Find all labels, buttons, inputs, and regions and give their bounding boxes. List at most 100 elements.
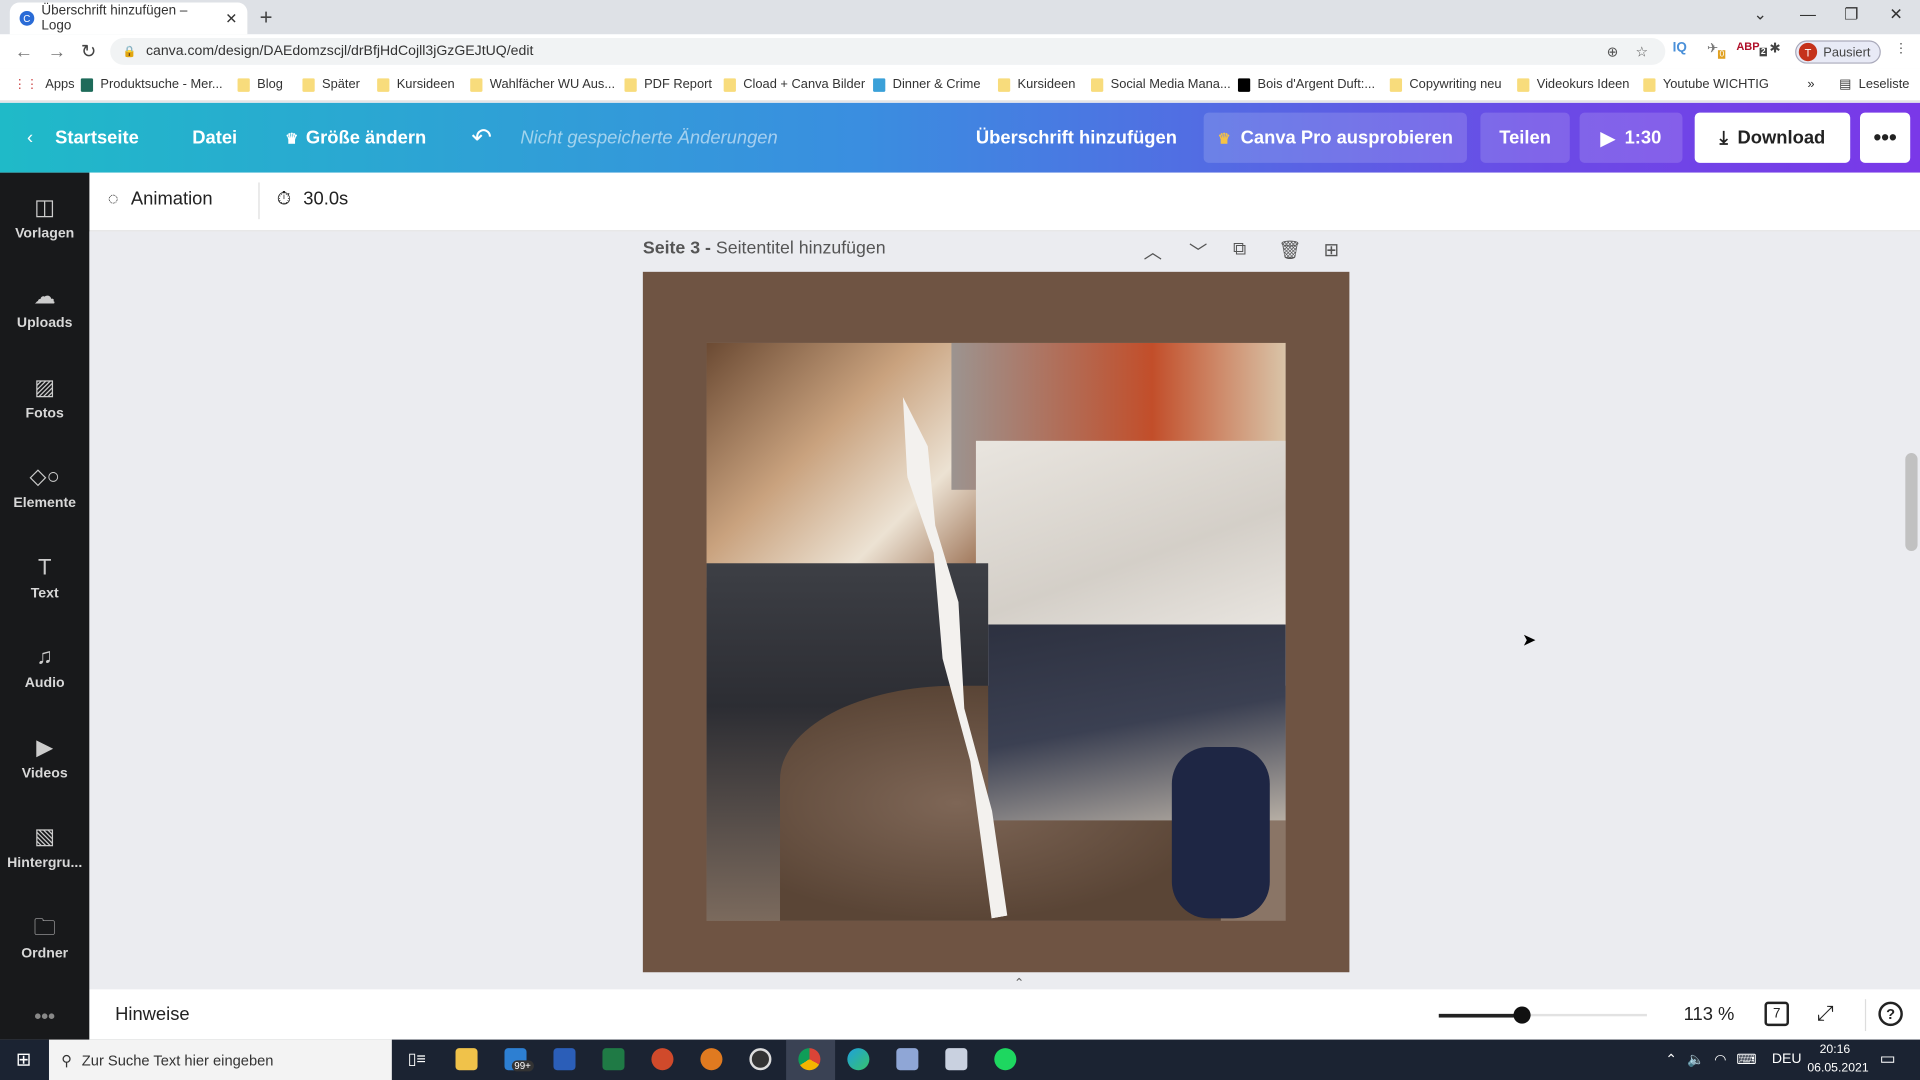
crown-icon: ♛	[285, 129, 299, 147]
bookmark-item[interactable]: Copywriting neu	[1389, 77, 1502, 92]
spotify-icon[interactable]	[994, 1048, 1017, 1071]
photo-element[interactable]	[706, 342, 1286, 921]
home-button[interactable]: ‹ Startseite	[27, 103, 139, 173]
vertical-scrollbar[interactable]	[1905, 453, 1918, 552]
notes-button[interactable]: Hinweise	[115, 1004, 190, 1025]
maximize-icon[interactable]: ❐	[1844, 5, 1858, 25]
url-field[interactable]: 🔒 canva.com/design/DAEdomzscjl/drBfjHdCo…	[110, 37, 1666, 65]
bookmark-item[interactable]: Kursideen	[997, 77, 1075, 92]
chevron-down-icon[interactable]: ﹀	[1189, 239, 1207, 265]
sidebar-item-audio[interactable]: ♫ Audio	[0, 624, 89, 710]
try-pro-button[interactable]: ♛ Canva Pro ausprobieren	[1203, 112, 1467, 163]
sidebar-item-videos[interactable]: ▶ Videos	[0, 715, 89, 801]
language-indicator[interactable]: DEU	[1772, 1052, 1802, 1067]
taskbar-search[interactable]: ⚲ Zur Suche Text hier eingeben	[48, 1039, 392, 1080]
app-icon[interactable]	[896, 1048, 919, 1071]
chevron-up-icon[interactable]: ︿	[1144, 239, 1162, 265]
present-button[interactable]: ▶ 1:30	[1579, 112, 1683, 163]
bookmark-item[interactable]: Wahlfächer WU Aus...	[470, 77, 615, 92]
task-view-icon[interactable]: ▯≡	[408, 1049, 426, 1069]
page-title-input[interactable]: Seitentitel hinzufügen	[716, 239, 886, 259]
sidebar-item-photos[interactable]: ▨ Fotos	[0, 355, 89, 441]
obs-icon[interactable]	[749, 1048, 772, 1071]
undo-icon[interactable]: ↶	[471, 103, 492, 173]
sidebar-item-templates[interactable]: ◫ Vorlagen	[0, 175, 89, 261]
zoom-icon[interactable]: ⊕	[1607, 43, 1619, 60]
forward-icon[interactable]: →	[48, 41, 66, 62]
sidebar-item-text[interactable]: T Text	[0, 535, 89, 621]
bookmark-item[interactable]: Cload + Canva Bilder	[723, 77, 865, 92]
clock-date[interactable]: 06.05.2021	[1807, 1062, 1868, 1075]
reading-list-button[interactable]: ▤ Leseliste	[1839, 77, 1909, 92]
fullscreen-icon[interactable]: ⤢	[1817, 1002, 1834, 1026]
bookmark-item[interactable]: Bois d'Argent Duft:...	[1237, 77, 1375, 92]
duration-button[interactable]: ⏱ 30.0s	[277, 189, 349, 210]
browser-tab[interactable]: C Überschrift hinzufügen – Logo ✕	[9, 2, 248, 35]
bookmark-item[interactable]: Produktsuche - Mer...	[80, 77, 223, 92]
minimize-icon[interactable]: —	[1800, 5, 1816, 23]
delete-page-icon[interactable]: 🗑	[1278, 239, 1301, 261]
bookmark-item[interactable]: Dinner & Crime	[873, 77, 981, 92]
excel-icon[interactable]	[602, 1048, 625, 1071]
app-icon[interactable]	[700, 1048, 723, 1071]
zoom-level[interactable]: 113 %	[1684, 1004, 1735, 1025]
iq-extension-icon[interactable]: IQ	[1673, 40, 1687, 55]
chevron-left-icon: ‹	[26, 127, 34, 149]
chrome-icon[interactable]	[798, 1048, 821, 1071]
address-bar-row: ← → ↻ 🔒 canva.com/design/DAEdomzscjl/drB…	[0, 34, 1920, 69]
add-page-icon[interactable]: ⊞	[1324, 239, 1339, 261]
file-explorer-icon[interactable]	[455, 1048, 478, 1071]
app-icon[interactable]	[945, 1048, 968, 1071]
bookmark-item[interactable]: Blog	[237, 77, 283, 92]
upload-icon: ☁	[33, 284, 56, 309]
volume-icon[interactable]: 🔈	[1687, 1051, 1705, 1068]
bottom-bar: Hinweise 113 % 7 ⤢ ?	[89, 989, 1920, 1040]
sidebar-item-elements[interactable]: ◇○ Elemente	[0, 444, 89, 530]
tab-search-icon[interactable]: ⌄	[1753, 5, 1766, 25]
adblock-icon[interactable]: ABP2	[1736, 40, 1767, 57]
notifications-icon[interactable]: ▭	[1880, 1048, 1896, 1069]
download-button[interactable]: ⤓ Download	[1694, 112, 1851, 163]
profile-button[interactable]: T Pausiert	[1795, 40, 1881, 64]
duplicate-page-icon[interactable]: ⧉	[1233, 239, 1246, 260]
sidebar-item-uploads[interactable]: ☁ Uploads	[0, 264, 89, 350]
zoom-slider-handle[interactable]	[1513, 1006, 1531, 1024]
bookmark-item[interactable]: Kursideen	[377, 77, 455, 92]
bookmark-item[interactable]: Später	[302, 77, 360, 92]
edge-icon[interactable]	[847, 1048, 870, 1071]
bookmark-item[interactable]: Social Media Mana...	[1091, 77, 1231, 92]
sidebar-item-folders[interactable]: 🗀 Ordner	[0, 895, 89, 981]
word-icon[interactable]	[553, 1048, 576, 1071]
reload-icon[interactable]: ↻	[81, 40, 96, 63]
more-bookmarks-icon[interactable]: »	[1807, 77, 1814, 92]
mail-icon[interactable]: 99+	[504, 1048, 534, 1072]
sidebar-item-background[interactable]: ▧ Hintergru...	[0, 804, 89, 890]
tray-chevron-icon[interactable]: ⌃	[1665, 1051, 1677, 1068]
windows-start-icon[interactable]: ⊞	[16, 1048, 31, 1070]
clock-time[interactable]: 20:16	[1820, 1043, 1851, 1056]
animation-button[interactable]: ◌ Animation	[108, 189, 213, 210]
zoom-slider[interactable]	[1438, 1006, 1647, 1024]
share-button[interactable]: Teilen	[1480, 112, 1570, 163]
help-icon[interactable]: ?	[1878, 1001, 1903, 1027]
back-icon[interactable]: ←	[15, 41, 33, 62]
close-tab-icon[interactable]: ✕	[225, 10, 237, 27]
close-window-icon[interactable]: ✕	[1889, 5, 1902, 25]
bookmark-star-icon[interactable]: ☆	[1636, 43, 1649, 60]
powerpoint-icon[interactable]	[651, 1048, 674, 1071]
wifi-icon[interactable]: ◠	[1714, 1051, 1726, 1068]
bookmark-item[interactable]: PDF Report	[624, 77, 712, 92]
file-menu-button[interactable]: Datei	[192, 103, 237, 173]
bookmark-item[interactable]: Youtube WICHTIG	[1643, 77, 1769, 92]
bookmark-item[interactable]: Videokurs Ideen	[1517, 77, 1629, 92]
design-title[interactable]: Überschrift hinzufügen	[976, 103, 1177, 173]
more-options-button[interactable]: •••	[1860, 112, 1911, 163]
extension-icon[interactable]: ✈0	[1707, 40, 1726, 60]
menu-kebab-icon[interactable]: ⋮	[1894, 40, 1907, 57]
page-count-button[interactable]: 7	[1764, 1001, 1789, 1027]
new-tab-icon[interactable]: +	[260, 5, 273, 31]
resize-button[interactable]: ♛ Größe ändern	[285, 103, 426, 173]
bookmark-apps[interactable]: ⋮⋮ Apps	[13, 77, 74, 92]
extensions-puzzle-icon[interactable]: ✱	[1769, 40, 1780, 57]
keyboard-icon[interactable]: ⌨	[1736, 1051, 1756, 1068]
